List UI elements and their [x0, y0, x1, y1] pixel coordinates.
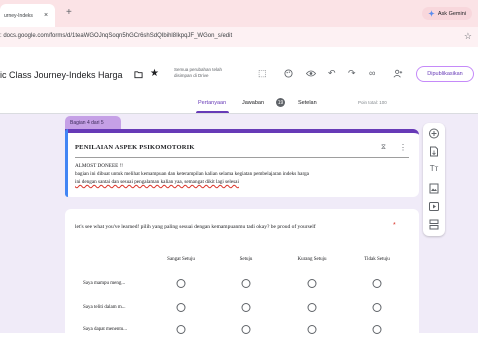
radio-option[interactable]	[372, 279, 382, 288]
floating-toolbar: Tт	[423, 123, 445, 236]
radio-option[interactable]	[372, 303, 382, 312]
tab-responses[interactable]: Jawaban	[242, 100, 264, 106]
title-underline	[75, 157, 409, 158]
grid-row: Saya dapat menentu...	[65, 321, 419, 339]
form-title[interactable]: ic Class Journey-Indeks Harga	[0, 70, 123, 80]
bookmark-star-icon[interactable]: ☆	[464, 31, 472, 42]
row-label: Saya mampu meng...	[83, 281, 126, 286]
column-header: Kurang Setuju	[297, 257, 327, 262]
selected-indicator	[65, 129, 68, 197]
column-header: Sangat Setuju	[167, 257, 195, 262]
grid-row: Saya teliti dalam m...	[65, 299, 419, 317]
add-collaborator-icon[interactable]	[393, 69, 403, 78]
desc-line-3: ini dengan santai dan sesuai pengalaman …	[75, 179, 239, 185]
tab-close-icon[interactable]: ×	[44, 12, 48, 19]
responses-count-badge: 19	[276, 98, 285, 107]
radio-option[interactable]	[307, 303, 317, 312]
collapse-section-icon[interactable]: ⧖	[381, 144, 386, 152]
import-questions-icon[interactable]	[423, 146, 445, 157]
new-tab-button[interactable]: +	[66, 8, 72, 18]
star-icon[interactable]: ★	[150, 68, 159, 79]
radio-option[interactable]	[307, 279, 317, 288]
tab-settings[interactable]: Setelan	[298, 100, 317, 106]
radio-option[interactable]	[241, 279, 251, 288]
link-icon[interactable]: ∞	[369, 68, 375, 78]
browser-tab[interactable]: urney-Indeks ×	[0, 4, 55, 27]
ask-gemini-label: Ask Gemini	[437, 10, 466, 17]
add-video-icon[interactable]	[423, 201, 445, 212]
publish-button[interactable]: Dipublikasikan	[416, 66, 474, 82]
form-tabs: Pertanyaan Jawaban 19 Setelan Poin total…	[0, 96, 478, 113]
radio-option[interactable]	[241, 303, 251, 312]
required-asterisk: *	[393, 222, 396, 229]
grid-row: Saya mampu meng...	[65, 275, 419, 293]
undo-icon[interactable]: ↶	[328, 68, 336, 79]
palette-icon[interactable]	[284, 69, 293, 78]
section-title[interactable]: PENILAIAN ASPEK PSIKOMOTORIK	[75, 144, 195, 151]
add-title-icon[interactable]: Tт	[423, 164, 445, 173]
add-image-icon[interactable]	[423, 183, 445, 194]
section-description[interactable]: ALMOST DONEEE !! bagian ini dibuat untuk…	[75, 162, 405, 186]
radio-option[interactable]	[176, 303, 186, 312]
browser-tab-title: urney-Indeks	[4, 12, 33, 19]
address-bar[interactable]: : docs.google.com/forms/d/1teaWGOJnqSoqn…	[0, 27, 478, 47]
radio-option[interactable]	[176, 279, 186, 288]
row-label: Saya dapat menentu...	[83, 327, 128, 332]
question-card[interactable]: let's see what you've learned! pilih yan…	[65, 209, 419, 334]
move-folder-icon[interactable]	[134, 70, 143, 79]
desc-line-2: bagian ini dibuat untuk melihat kemampua…	[75, 171, 309, 177]
row-label: Saya teliti dalam m...	[83, 305, 126, 310]
column-header: Setuju	[239, 257, 253, 262]
gemini-sparkle-icon	[427, 10, 435, 17]
active-tab-indicator	[196, 111, 229, 113]
total-points: Poin total: 100	[358, 100, 387, 105]
add-question-icon[interactable]	[423, 128, 445, 139]
browser-tab-strip: urney-Indeks × + Ask Gemini	[0, 0, 478, 27]
more-options-icon[interactable]: ⋮	[399, 143, 407, 152]
section-header-card[interactable]: PENILAIAN ASPEK PSIKOMOTORIK ⧖ ⋮ ALMOST …	[65, 129, 419, 197]
tab-questions[interactable]: Pertanyaan	[198, 100, 226, 106]
redo-icon[interactable]: ↷	[348, 68, 356, 79]
desc-line-1: ALMOST DONEEE !!	[75, 163, 124, 169]
add-section-icon[interactable]	[423, 219, 445, 230]
customize-theme-icon[interactable]: ⬚	[258, 68, 267, 79]
section-tag: Bagian 4 dari 5	[65, 116, 121, 129]
question-text[interactable]: let's see what you've learned! pilih yan…	[75, 223, 385, 231]
forms-header: ic Class Journey-Indeks Harga ★ Semua pe…	[0, 47, 478, 114]
save-status-line2: disimpan di Drive	[174, 73, 209, 78]
preview-eye-icon[interactable]	[306, 70, 316, 77]
save-status: Semua perubahan telah disimpan di Drive	[174, 67, 222, 79]
url-text[interactable]: : docs.google.com/forms/d/1teaWGOJnqSoqn…	[0, 33, 232, 39]
ask-gemini-button[interactable]: Ask Gemini	[421, 7, 472, 20]
column-header: Tidak Setuju	[364, 257, 390, 262]
